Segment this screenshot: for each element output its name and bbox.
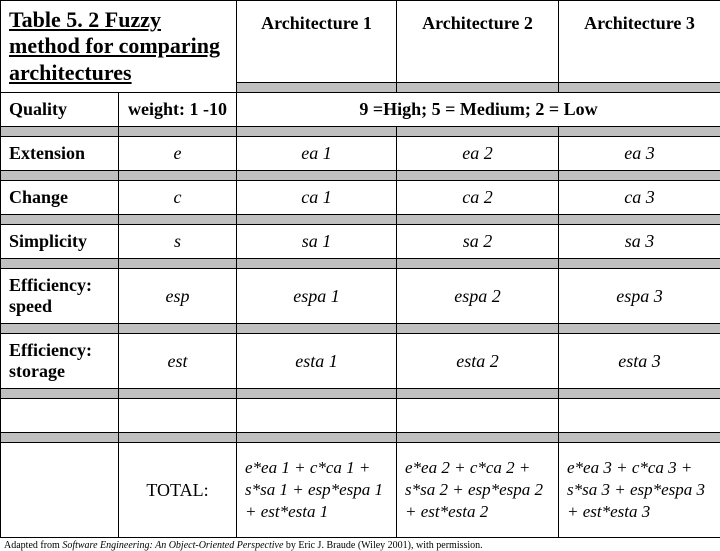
divider: [559, 127, 720, 137]
table-row: Change c ca 1 ca 2 ca 3: [1, 181, 720, 215]
total-a2: e*ea 2 + c*ca 2 + s*sa 2 + esp*espa 2 + …: [397, 443, 559, 538]
footnote-prefix: Adapted from: [4, 540, 62, 551]
cell-a1: espa 1: [237, 269, 397, 324]
table-row: Extension e ea 1 ea 2 ea 3: [1, 137, 720, 171]
table-row: Efficiency: storage est esta 1 esta 2 es…: [1, 334, 720, 389]
divider: [397, 83, 559, 93]
empty-cell: [237, 399, 397, 433]
cell-a3: ea 3: [559, 137, 720, 171]
cell-a1: ea 1: [237, 137, 397, 171]
col-header-arch3: Architecture 3: [559, 1, 720, 83]
empty-cell: [1, 443, 119, 538]
cell-a1: ca 1: [237, 181, 397, 215]
divider: [1, 127, 119, 137]
cell-a2: ea 2: [397, 137, 559, 171]
weight-header: weight: 1 -10: [119, 93, 237, 127]
cell-a2: esta 2: [397, 334, 559, 389]
cell-a3: sa 3: [559, 225, 720, 259]
cell-weight: esp: [119, 269, 237, 324]
cell-weight: est: [119, 334, 237, 389]
cell-a3: esta 3: [559, 334, 720, 389]
empty-cell: [559, 399, 720, 433]
fuzzy-method-table: Table 5. 2 Fuzzy method for comparing ar…: [0, 0, 720, 538]
table-row: Efficiency: speed esp espa 1 espa 2 espa…: [1, 269, 720, 324]
row-name: Efficiency: speed: [1, 269, 119, 324]
cell-weight: e: [119, 137, 237, 171]
cell-a3: ca 3: [559, 181, 720, 215]
divider: [237, 127, 397, 137]
row-name: Extension: [1, 137, 119, 171]
footnote-suffix: by Eric J. Braude (Wiley 2001), with per…: [283, 540, 482, 551]
col-header-arch1: Architecture 1: [237, 1, 397, 83]
row-name: Efficiency: storage: [1, 334, 119, 389]
cell-a2: ca 2: [397, 181, 559, 215]
cell-a3: espa 3: [559, 269, 720, 324]
table-title: Table 5. 2 Fuzzy method for comparing ar…: [1, 1, 237, 93]
total-a3: e*ea 3 + c*ca 3 + s*sa 3 + esp*espa 3 + …: [559, 443, 720, 538]
row-name: Change: [1, 181, 119, 215]
row-name: Simplicity: [1, 225, 119, 259]
cell-a2: espa 2: [397, 269, 559, 324]
footnote-title: Software Engineering: An Object-Oriented…: [62, 540, 283, 551]
footnote: Adapted from Software Engineering: An Ob…: [0, 538, 720, 551]
scale-header: 9 =High; 5 = Medium; 2 = Low: [237, 93, 720, 127]
divider: [397, 127, 559, 137]
table-row: Simplicity s sa 1 sa 2 sa 3: [1, 225, 720, 259]
total-a1: e*ea 1 + c*ca 1 + s*sa 1 + esp*espa 1 + …: [237, 443, 397, 538]
cell-a1: sa 1: [237, 225, 397, 259]
divider: [119, 127, 237, 137]
cell-weight: s: [119, 225, 237, 259]
empty-cell: [119, 399, 237, 433]
divider: [237, 83, 397, 93]
cell-a2: sa 2: [397, 225, 559, 259]
empty-cell: [397, 399, 559, 433]
total-label: TOTAL:: [119, 443, 237, 538]
cell-a1: esta 1: [237, 334, 397, 389]
total-row: TOTAL: e*ea 1 + c*ca 1 + s*sa 1 + esp*es…: [1, 443, 720, 538]
divider: [559, 83, 720, 93]
empty-cell: [1, 399, 119, 433]
quality-header: Quality: [1, 93, 119, 127]
col-header-arch2: Architecture 2: [397, 1, 559, 83]
cell-weight: c: [119, 181, 237, 215]
